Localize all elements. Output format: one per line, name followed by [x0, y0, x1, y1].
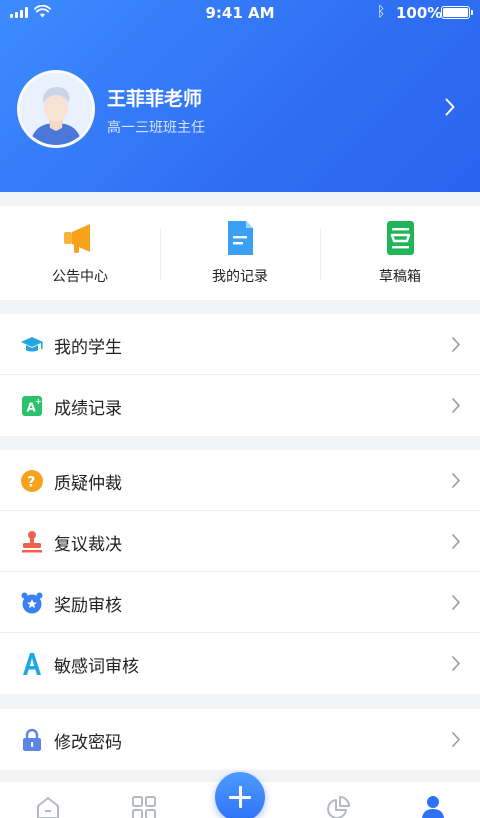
menu-item-label: 质疑仲裁: [54, 474, 122, 494]
bluetooth-icon: ᛒ: [377, 4, 386, 20]
menu-item-grade-records[interactable]: A + 成绩记录: [0, 375, 480, 436]
quick-action-label: 我的记录: [212, 269, 268, 285]
quick-action-label: 草稿箱: [379, 269, 421, 285]
menu-item-query-arbitration[interactable]: ? 质疑仲裁: [0, 450, 480, 511]
pie-chart-icon[interactable]: [326, 796, 350, 818]
menu-group-security: 修改密码: [0, 709, 480, 770]
quick-action-my-records[interactable]: 我的记录: [160, 206, 320, 300]
letter-a-icon: [23, 653, 41, 675]
menu-item-change-password[interactable]: 修改密码: [0, 709, 480, 770]
chevron-right-icon[interactable]: [445, 98, 455, 116]
grade-a-plus-icon: A +: [22, 396, 42, 416]
menu-item-label: 修改密码: [54, 733, 122, 753]
menu-item-label: 复议裁决: [54, 535, 122, 555]
svg-text:+: +: [35, 397, 42, 406]
home-icon[interactable]: [36, 796, 60, 818]
profile-icon[interactable]: [421, 796, 445, 818]
quick-action-drafts[interactable]: 草稿箱: [320, 206, 480, 300]
draft-box-icon: [387, 221, 414, 255]
grid-icon[interactable]: [132, 796, 156, 818]
chevron-right-icon: [452, 595, 460, 610]
avatar[interactable]: [17, 70, 95, 148]
chevron-right-icon: [452, 337, 460, 352]
menu-item-my-students[interactable]: 我的学生: [0, 314, 480, 375]
battery-percent: 100%: [396, 4, 443, 22]
document-icon: [228, 221, 253, 255]
chevron-right-icon: [452, 656, 460, 671]
menu-group-students: 我的学生 A + 成绩记录: [0, 314, 480, 436]
quick-action-announcements[interactable]: 公告中心: [0, 206, 160, 300]
quick-action-label: 公告中心: [52, 269, 108, 285]
battery-icon: [441, 6, 473, 19]
teacher-role: 高一三班班主任: [107, 120, 205, 136]
quick-actions: 公告中心 我的记录 草稿箱: [0, 206, 480, 300]
chevron-right-icon: [452, 534, 460, 549]
chevron-right-icon: [452, 732, 460, 747]
chevron-right-icon: [452, 398, 460, 413]
menu-item-reconsideration-ruling[interactable]: 复议裁决: [0, 511, 480, 572]
alarm-clock-icon: [21, 592, 43, 614]
menu-item-reward-review[interactable]: 奖励审核: [0, 572, 480, 633]
megaphone-icon: [64, 224, 90, 253]
lock-icon: [23, 728, 41, 751]
person-avatar-icon: [20, 73, 92, 145]
menu-item-label: 奖励审核: [54, 596, 122, 616]
svg-text:?: ?: [27, 475, 35, 491]
question-icon: ?: [21, 470, 43, 492]
menu-item-label: 敏感词审核: [54, 657, 139, 677]
menu-item-label: 我的学生: [54, 338, 122, 358]
status-bar: 9:41 AM ᛒ 100%: [0, 0, 480, 26]
menu-item-label: 成绩记录: [54, 399, 122, 419]
stamp-icon: [22, 531, 42, 553]
graduation-cap-icon: [21, 337, 43, 352]
menu-item-sensitive-word-review[interactable]: 敏感词审核: [0, 633, 480, 694]
menu-group-review: ? 质疑仲裁 复议裁决 奖励审核 敏感词审核: [0, 450, 480, 694]
teacher-name: 王菲菲老师: [107, 88, 203, 110]
add-button[interactable]: [215, 772, 265, 818]
profile-header: 9:41 AM ᛒ 100% 王菲菲老师 高一三班班主任: [0, 0, 480, 192]
chevron-right-icon: [452, 473, 460, 488]
